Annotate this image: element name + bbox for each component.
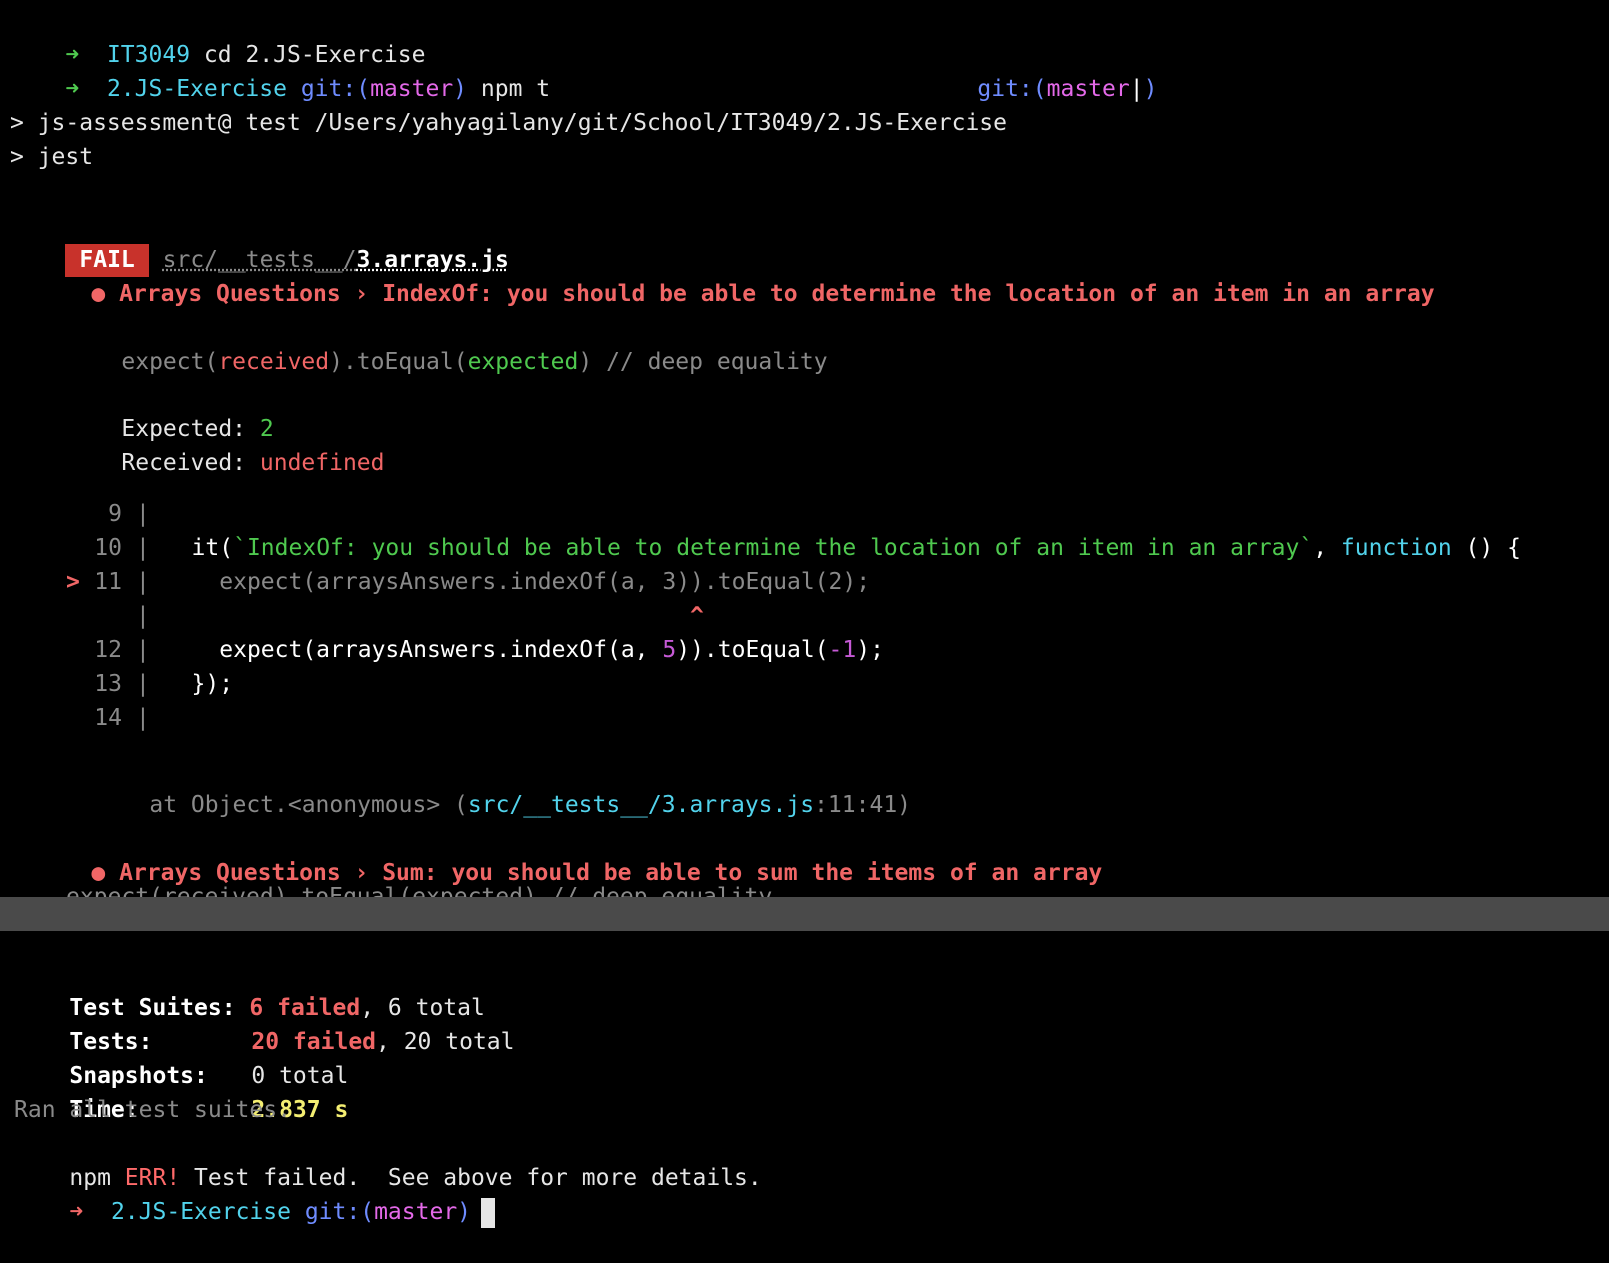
- code-line-separator: |: [136, 705, 150, 731]
- npm-err-line: npm ERR! Test failed. See above for more…: [69, 1165, 762, 1191]
- code-line-number: 14: [94, 705, 122, 731]
- code-line-marker: >: [66, 569, 80, 595]
- fail-line: FAIL src/__tests__/3.arrays.js: [10, 209, 509, 277]
- code-line-text: ^: [163, 603, 704, 629]
- expect-hint-line: expect(received).toEqual(expected) // de…: [121, 349, 828, 375]
- code-frame-line: 9 |: [66, 497, 164, 531]
- git-branch: master: [374, 1199, 458, 1225]
- prompt-line-1: ➜ IT3049 cd 2.JS-Exercise: [10, 4, 425, 68]
- code-line-text: expect(arraysAnswers.indexOf(a, 5)).toEq…: [163, 637, 884, 663]
- right-prompt: git:(master|): [922, 38, 1157, 102]
- git-close: ): [457, 1199, 472, 1225]
- prompt-arrow: ➜: [65, 76, 80, 102]
- code-frame-line: 10 | it(`IndexOf: you should be able to d…: [66, 531, 1521, 565]
- received-label: Received:: [121, 450, 260, 476]
- terminal-window[interactable]: ➜ IT3049 cd 2.JS-Exercise ➜ 2.JS-Exercis…: [0, 0, 1609, 1228]
- code-line-separator: |: [136, 569, 150, 595]
- code-line-number: 11: [94, 569, 122, 595]
- error-bullet-icon: ●: [91, 281, 106, 307]
- git-label: git:(: [300, 76, 371, 102]
- code-frame-line: 12 | expect(arraysAnswers.indexOf(a, 5)).…: [66, 633, 884, 667]
- git-label: git:(: [304, 1199, 375, 1225]
- summary-snapshots: Snapshots: 0 total: [14, 1025, 348, 1089]
- error-title-2: ● Arrays Questions › Sum: you should be …: [36, 822, 1102, 886]
- received-line: Received: undefined: [66, 412, 384, 476]
- error-title-1: ● Arrays Questions › IndexOf: you should…: [36, 243, 1434, 307]
- code-frame-line: >11 | expect(arraysAnswers.indexOf(a, 3))…: [66, 565, 870, 599]
- git-close: ): [453, 76, 468, 102]
- expected-line: Expected: 2: [66, 378, 273, 442]
- git-branch: master: [370, 76, 454, 102]
- code-line-separator: |: [136, 637, 150, 663]
- summary-time: Time: 2.837 s: [14, 1059, 348, 1123]
- code-line-separator: |: [136, 535, 150, 561]
- received-value: undefined: [259, 450, 385, 476]
- code-line-number: 12: [94, 637, 122, 663]
- code-line-text: });: [163, 671, 234, 697]
- code-line-separator: |: [136, 671, 150, 697]
- stack-trace-line: at Object.<anonymous> (src/__tests__/3.a…: [149, 792, 912, 818]
- pane-divider[interactable]: [0, 897, 1609, 931]
- code-line-separator: |: [136, 501, 150, 527]
- code-line-text: it(`IndexOf: you should be able to deter…: [163, 535, 1521, 561]
- git-label: git:(: [977, 76, 1047, 102]
- code-line-text: expect(arraysAnswers.indexOf(a, 3)).toEq…: [163, 569, 871, 595]
- prompt-dir: 2.JS-Exercise: [110, 1199, 291, 1225]
- ran-all-line: Ran all test suites.: [14, 1097, 291, 1123]
- code-frame-line: | ^: [66, 599, 704, 633]
- prompt-line-2: ➜ 2.JS-Exercise git:(master) npm t: [10, 38, 550, 102]
- code-frame-line: 14 |: [66, 701, 164, 735]
- terminal-cursor: [481, 1197, 496, 1228]
- git-branch: master: [1046, 76, 1130, 102]
- code-line-number: 10: [94, 535, 122, 561]
- summary-tests: Tests: 20 failed, 20 total: [14, 991, 514, 1055]
- prompt-command: npm t: [480, 76, 551, 102]
- code-line-number: 9: [108, 501, 122, 527]
- final-prompt[interactable]: ➜ 2.JS-Exercise git:(master): [14, 1161, 496, 1228]
- prompt-dir: 2.JS-Exercise: [106, 76, 287, 102]
- npm-script-line: > js-assessment@ test /Users/yahyagilany…: [10, 110, 1007, 136]
- summary-suites: Test Suites: 6 failed, 6 total: [69, 995, 485, 1021]
- code-line-separator: |: [136, 603, 150, 629]
- code-frame-line: 13 | });: [66, 667, 233, 701]
- prompt-arrow: ➜: [69, 1199, 84, 1225]
- git-close: ): [1143, 76, 1158, 102]
- error-title-text: Arrays Questions › IndexOf: you should b…: [119, 281, 1435, 307]
- git-dirty-marker: |: [1129, 76, 1144, 102]
- clipped-expect-line: expect(received).toEqual(expected) // de…: [66, 884, 773, 897]
- npm-script-line: > jest: [10, 144, 94, 170]
- code-line-number: 13: [94, 671, 122, 697]
- stack-file-link[interactable]: src/__tests__/3.arrays.js: [468, 792, 814, 818]
